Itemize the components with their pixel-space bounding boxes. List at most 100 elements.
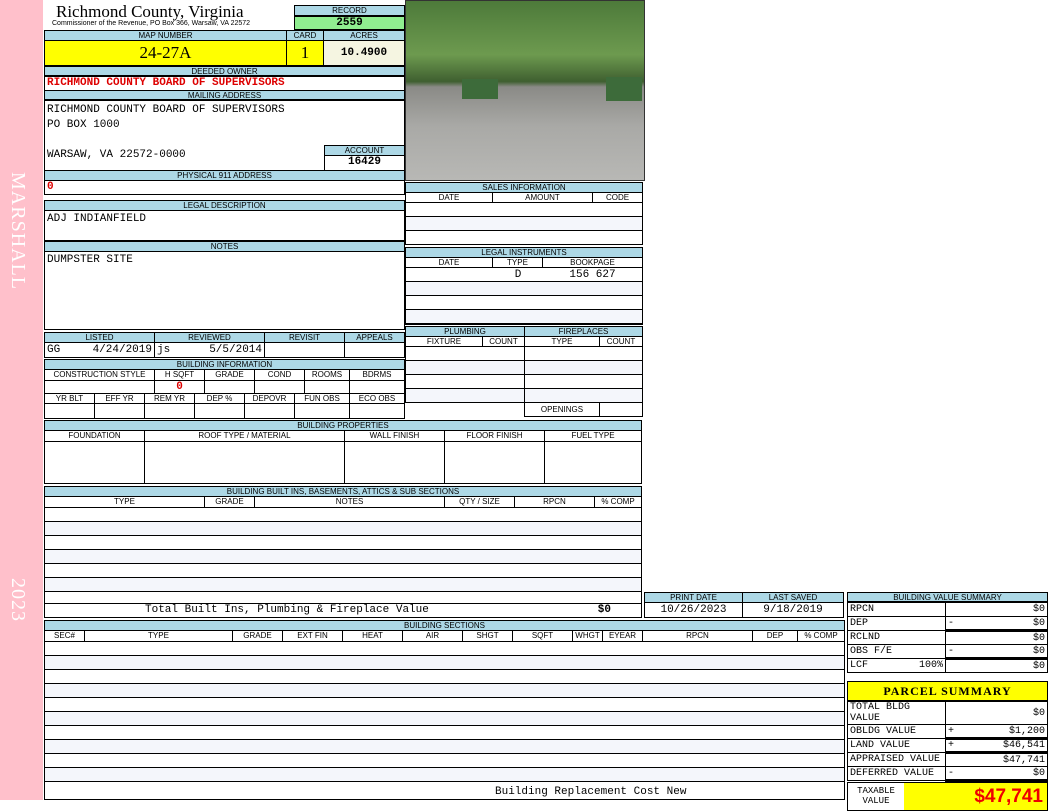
col-hsqft: H SQFT: [155, 370, 205, 380]
taxable-value: $47,741: [904, 783, 1047, 810]
col-ext-fin: EXT FIN: [283, 631, 343, 641]
print-date: 10/26/2023: [645, 603, 743, 617]
col-rpcn: RPCN: [643, 631, 753, 641]
parcel-summary: PARCEL SUMMARY TOTAL BLDG VALUE $0 OBLDG V…: [847, 681, 1048, 811]
sales-label: SALES INFORMATION: [406, 183, 642, 193]
building-value-summary: BUILDING VALUE SUMMARY RPCN $0 DEP - $0 RCLND…: [847, 592, 1048, 673]
summary-key: LAND VALUE: [850, 740, 911, 751]
revisit-value: [265, 343, 345, 357]
building-info-label: BUILDING INFORMATION: [45, 360, 404, 370]
summary-key: TOTAL BLDG VALUE: [850, 702, 911, 724]
reviewed-by: js: [157, 344, 171, 356]
summary-operator: +: [948, 725, 955, 737]
dumpster-2: [606, 77, 642, 101]
col-type: TYPE: [493, 258, 543, 267]
col-sec: SEC#: [45, 631, 85, 641]
col-wall-finish: WALL FINISH: [345, 431, 445, 441]
col-eff-yr: EFF YR: [95, 394, 145, 403]
summary-key: APPRAISED VALUE: [850, 754, 941, 765]
fireplaces-label: FIREPLACES: [525, 327, 642, 337]
col-rem-yr: REM YR: [145, 394, 195, 403]
legal-instruments: LEGAL INSTRUMENTS DATE TYPE BOOKPAGE D 156 …: [405, 247, 643, 325]
reviewed-date: 5/5/2014: [209, 344, 262, 356]
summary-key: RCLND: [850, 632, 881, 643]
fireplace-rows: [525, 347, 642, 403]
district-strip: MARSHALL 2023: [0, 0, 43, 800]
last-saved: 9/18/2019: [763, 604, 823, 616]
acres-value: 10.4900: [323, 40, 405, 66]
col-roof: ROOF TYPE / MATERIAL: [145, 431, 345, 441]
builtins-rows: [45, 508, 641, 604]
builtins-total-value: $0: [597, 604, 611, 616]
record-label: RECORD: [294, 5, 405, 16]
col-type: TYPE: [85, 631, 233, 641]
summary-value: $47,741: [1002, 754, 1045, 766]
col-date: DATE: [406, 258, 493, 267]
reviewed-label: REVIEWED: [155, 333, 265, 342]
listed-date: 4/24/2019: [92, 344, 152, 356]
col-count: COUNT: [489, 337, 518, 346]
sales-information: SALES INFORMATION DATE AMOUNT CODE: [405, 182, 643, 245]
col-grade: GRADE: [205, 497, 255, 507]
summary-value: $0: [1032, 617, 1045, 629]
mailing-label: MAILING ADDRESS: [44, 90, 405, 100]
deeded-owner: RICHMOND COUNTY BOARD OF SUPERVISORS: [44, 76, 405, 91]
mailing-line-1: RICHMOND COUNTY BOARD OF SUPERVISORS: [47, 104, 285, 116]
col-yr-blt: YR BLT: [45, 394, 95, 403]
col-bookpage: BOOKPAGE: [570, 258, 615, 267]
summary-value: $0: [1032, 707, 1045, 719]
col-fun-obs: FUN OBS: [295, 394, 350, 403]
col-dep-pct: DEP %: [195, 394, 245, 403]
legal-description: ADJ INDIANFIELD: [44, 210, 405, 241]
summary-row: APPRAISED VALUE $47,741: [847, 752, 1048, 767]
summary-key: DEFERRED VALUE: [850, 768, 935, 779]
mailing-line-2: PO BOX 1000: [47, 119, 120, 131]
hsqft-value: 0: [155, 381, 205, 393]
plumbing: PLUMBING FIXTURE COUNT: [405, 326, 525, 403]
col-type: TYPE: [525, 337, 600, 346]
summary-row: LCF 100% $0: [847, 658, 1048, 673]
built-ins-section: BUILDING BUILT INS, BASEMENTS, ATTICS & …: [44, 486, 642, 618]
building-props-label: BUILDING PROPERTIES: [45, 421, 641, 431]
account-value: 16429: [324, 155, 405, 171]
summary-key: LCF: [850, 660, 869, 671]
col-floor-finish: FLOOR FINISH: [445, 431, 545, 441]
dates-box: PRINT DATE LAST SAVED 10/26/2023 9/18/20…: [644, 592, 844, 618]
summary-value: $0: [1032, 645, 1045, 657]
builtins-label: BUILDING BUILT INS, BASEMENTS, ATTICS & …: [45, 487, 641, 497]
summary-operator: -: [948, 617, 955, 629]
summary-key: OBLDG VALUE: [850, 726, 917, 737]
col-dep: DEP: [753, 631, 798, 641]
summary-row: TOTAL BLDG VALUE $0: [847, 701, 1048, 725]
col-date: DATE: [406, 193, 493, 202]
revisit-label: REVISIT: [265, 333, 345, 342]
col-rooms: ROOMS: [305, 370, 350, 380]
col-eyear: EYEAR: [603, 631, 643, 641]
summary-value: $0: [1032, 767, 1045, 779]
appeals-label: APPEALS: [356, 333, 393, 342]
col-notes: NOTES: [255, 497, 445, 507]
col-pct-comp: % COMP: [601, 497, 635, 506]
summary-value: $0: [1032, 604, 1045, 615]
col-grade: GRADE: [205, 370, 255, 380]
instruments-label: LEGAL INSTRUMENTS: [406, 248, 642, 258]
appeals-value: [345, 343, 404, 357]
sections-rows: [45, 642, 844, 782]
plumbing-label: PLUMBING: [406, 327, 524, 337]
sections-label: BUILDING SECTIONS: [45, 621, 844, 631]
col-code: CODE: [605, 193, 630, 202]
summary-row: RCLND $0: [847, 630, 1048, 645]
parcel-summary-title: PARCEL SUMMARY: [847, 681, 1048, 701]
print-date-label: PRINT DATE: [645, 593, 743, 602]
col-sqft: SQFT: [513, 631, 573, 641]
summary-operator: -: [948, 645, 955, 657]
col-rpcn: RPCN: [515, 497, 595, 507]
building-sections: BUILDING SECTIONS SEC# TYPE GRADE EXT FI…: [44, 620, 845, 800]
summary-value: $46,541: [1002, 740, 1045, 751]
tax-year: 2023: [7, 578, 29, 622]
col-depovr: DEPOVR: [245, 394, 295, 403]
summary-row: OBLDG VALUE + $1,200: [847, 724, 1048, 740]
col-pct-comp: % COMP: [804, 631, 838, 640]
lcf-percent: 100%: [918, 660, 943, 671]
listed-label: LISTED: [45, 333, 155, 342]
